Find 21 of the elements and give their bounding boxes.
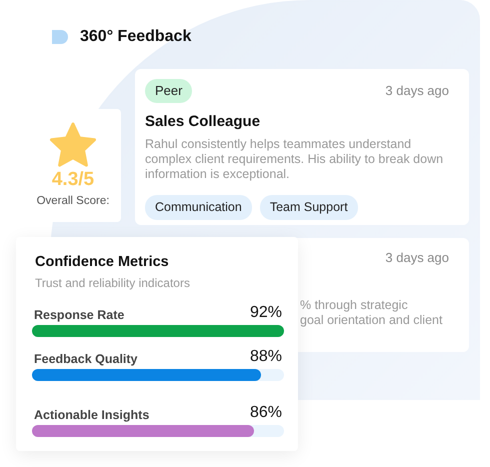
score-label: Overall Score: [36,194,110,209]
metric-name: Feedback Quality [34,351,138,368]
feedback-text: Rahul consistently helps teammates understand complex client requirements. His ability to break down information is exceptional. [145,137,444,182]
role-tag: Peer [145,79,192,102]
timestamp: 3 days ago [385,249,449,267]
skill-tag: Communication [145,195,252,220]
card-subtitle: Trust and reliability indicators [35,274,191,292]
star-icon [49,122,97,168]
card-title: Confidence Metrics [35,253,170,272]
skill-tag: Team Support [260,195,358,220]
logo-icon [52,30,69,44]
score-value: 4.3/5 [52,170,94,189]
feedback-title: Sales Colleague [145,112,262,132]
timestamp: 3 days ago [385,82,449,100]
feedback-text: % through strategic goal orientation and client [300,298,442,328]
metric-name: Response Rate [34,307,124,324]
metric-value: 86% [250,402,282,423]
metric-value: 92% [250,302,282,323]
metric-value: 88% [250,346,282,367]
page-title: 360° Feedback [80,27,192,47]
metric-name: Actionable Insights [34,407,150,424]
